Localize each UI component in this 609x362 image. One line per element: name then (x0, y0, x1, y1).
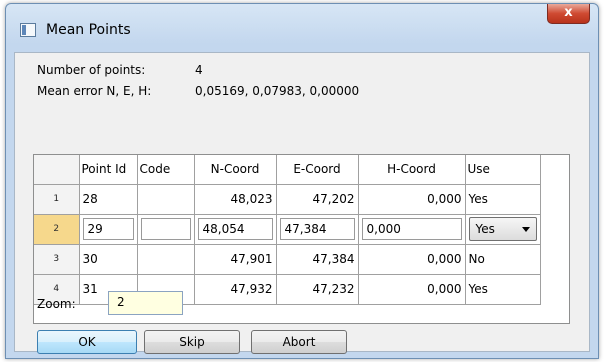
window-icon (20, 23, 36, 37)
zoom-input[interactable]: 2 (108, 291, 183, 315)
e-coord-cell[interactable]: 47,202 (276, 184, 359, 215)
n-coord-cell[interactable]: 47,932 (194, 274, 277, 305)
e-coord-cell[interactable]: 47,384 (276, 244, 359, 275)
h-coord-cell[interactable]: 0,000 (358, 274, 466, 305)
use-cell[interactable]: Yes (465, 274, 541, 305)
column-header-n-coord[interactable]: N-Coord (194, 155, 277, 185)
use-cell[interactable]: No (465, 244, 541, 275)
points-count-value: 4 (195, 63, 203, 77)
window-title: Mean Points (46, 22, 131, 38)
abort-button[interactable]: Abort (251, 330, 347, 354)
use-cell[interactable]: Yes (465, 184, 541, 215)
h-coord-input[interactable] (361, 218, 462, 240)
n-coord-cell[interactable]: 47,901 (194, 244, 277, 275)
column-header-h-coord[interactable]: H-Coord (358, 155, 466, 185)
code-cell[interactable] (137, 184, 195, 215)
points-count-label: Number of points: (37, 63, 146, 77)
close-button[interactable]: x (547, 4, 590, 24)
point-id-cell[interactable]: 30 (79, 244, 138, 275)
code-cell[interactable] (137, 244, 195, 275)
point-id-cell[interactable]: 28 (79, 184, 138, 215)
n-coord-input[interactable] (197, 218, 273, 240)
row-number[interactable]: 1 (34, 184, 80, 215)
zoom-label: Zoom: (37, 297, 76, 311)
row-number[interactable]: 3 (34, 244, 80, 275)
dialog-body: Number of points: 4 Mean error N, E, H: … (14, 52, 590, 354)
column-header-code[interactable]: Code (137, 155, 195, 185)
ok-button[interactable]: OK (37, 330, 137, 354)
column-header-e-coord[interactable]: E-Coord (276, 155, 359, 185)
grid-corner-header (34, 155, 80, 185)
n-coord-cell[interactable]: 48,023 (194, 184, 277, 215)
chevron-down-icon[interactable] (521, 227, 530, 232)
use-select[interactable]: Yes (468, 217, 537, 241)
code-input[interactable] (140, 218, 191, 240)
e-coord-input[interactable] (279, 218, 355, 240)
point-id-input[interactable] (82, 218, 134, 240)
mean-error-label: Mean error N, E, H: (37, 84, 152, 98)
mean-error-value: 0,05169, 0,07983, 0,00000 (195, 84, 360, 98)
table-row-editing[interactable]: 2 Yes (34, 214, 541, 245)
h-coord-cell[interactable]: 0,000 (358, 184, 466, 215)
e-coord-cell[interactable]: 47,232 (276, 274, 359, 305)
title-bar[interactable]: Mean Points x (6, 4, 598, 48)
row-number[interactable]: 2 (34, 214, 80, 245)
h-coord-cell[interactable]: 0,000 (358, 244, 466, 275)
column-header-point-id[interactable]: Point Id (79, 155, 138, 185)
table-row[interactable]: 1 28 48,023 47,202 0,000 Yes (34, 184, 541, 215)
table-row[interactable]: 3 30 47,901 47,384 0,000 No (34, 244, 541, 275)
use-select-value: Yes (475, 222, 495, 236)
mean-points-dialog: Mean Points x Number of points: 4 Mean e… (5, 3, 599, 359)
column-header-use[interactable]: Use (465, 155, 541, 185)
skip-button[interactable]: Skip (144, 330, 240, 354)
